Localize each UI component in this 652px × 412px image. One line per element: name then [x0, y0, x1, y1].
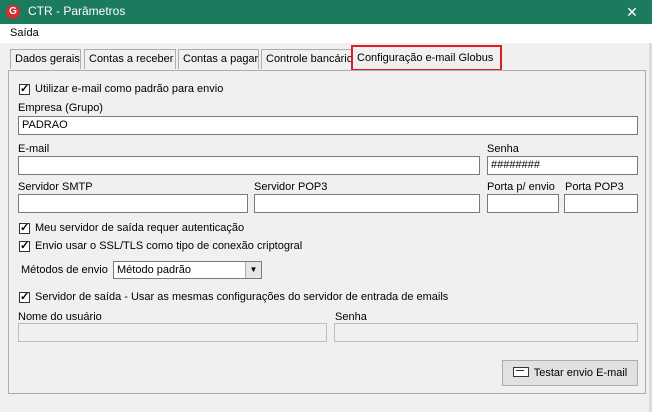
use-default-label: Utilizar e-mail como padrão para envio	[35, 83, 224, 95]
usuario-field	[18, 323, 327, 342]
auth-checkbox[interactable]	[19, 221, 30, 235]
smtp-label: Servidor SMTP	[18, 181, 93, 193]
tab-contas-pagar[interactable]: Contas a pagar	[178, 49, 259, 69]
senha-field[interactable]: ########	[487, 156, 638, 175]
ssl-label: Envio usar o SSL/TLS como tipo de conexã…	[35, 240, 303, 252]
smtp-field[interactable]	[18, 194, 248, 213]
metodos-selected-value: Método padrão	[117, 264, 191, 276]
envelope-icon	[512, 367, 529, 377]
use-default-checkbox[interactable]	[19, 82, 30, 96]
pop3-field[interactable]	[254, 194, 480, 213]
menu-bar: Saída	[0, 24, 652, 43]
tab-configuracao-email[interactable]: Configuração e-mail Globus	[351, 45, 502, 71]
senha2-field	[334, 323, 638, 342]
porta-envio-label: Porta p/ envio	[487, 181, 555, 193]
pop3-label: Servidor POP3	[254, 181, 328, 193]
porta-pop3-field[interactable]	[564, 194, 638, 213]
metodos-select[interactable]: Método padrão ▼	[113, 261, 262, 279]
title-bar: G CTR - Parâmetros ✕	[0, 0, 652, 24]
porta-pop3-label: Porta POP3	[565, 181, 624, 193]
ssl-checkbox[interactable]	[19, 239, 30, 253]
window-title: CTR - Parâmetros	[28, 4, 126, 18]
auth-label: Meu servidor de saída requer autenticaçã…	[35, 222, 245, 234]
senha-label: Senha	[487, 143, 519, 155]
tab-dados-gerais[interactable]: Dados gerais	[10, 49, 81, 69]
usuario-label: Nome do usuário	[18, 311, 102, 323]
test-email-button-label: Testar envio E-mail	[533, 367, 628, 379]
email-config-panel: Utilizar e-mail como padrão para envio E…	[8, 70, 646, 394]
email-label: E-mail	[18, 143, 50, 155]
senha2-label: Senha	[335, 311, 367, 323]
empresa-label: Empresa (Grupo)	[18, 102, 103, 114]
tab-contas-receber[interactable]: Contas a receber	[84, 49, 176, 69]
test-email-button[interactable]: Testar envio E-mail	[502, 360, 638, 386]
menu-item-saida[interactable]: Saída	[10, 27, 39, 39]
chevron-down-icon[interactable]: ▼	[245, 262, 261, 278]
porta-envio-field[interactable]	[487, 194, 559, 213]
same-config-checkbox[interactable]	[19, 290, 30, 304]
empresa-field[interactable]: PADRAO	[18, 116, 638, 135]
tab-controle-bancario[interactable]: Controle bancário	[261, 49, 353, 69]
app-logo-icon: G	[6, 5, 20, 19]
email-field[interactable]	[18, 156, 480, 175]
same-config-label: Servidor de saída - Usar as mesmas confi…	[35, 291, 449, 303]
close-icon[interactable]: ✕	[612, 0, 652, 24]
metodos-label: Métodos de envio	[21, 264, 108, 276]
